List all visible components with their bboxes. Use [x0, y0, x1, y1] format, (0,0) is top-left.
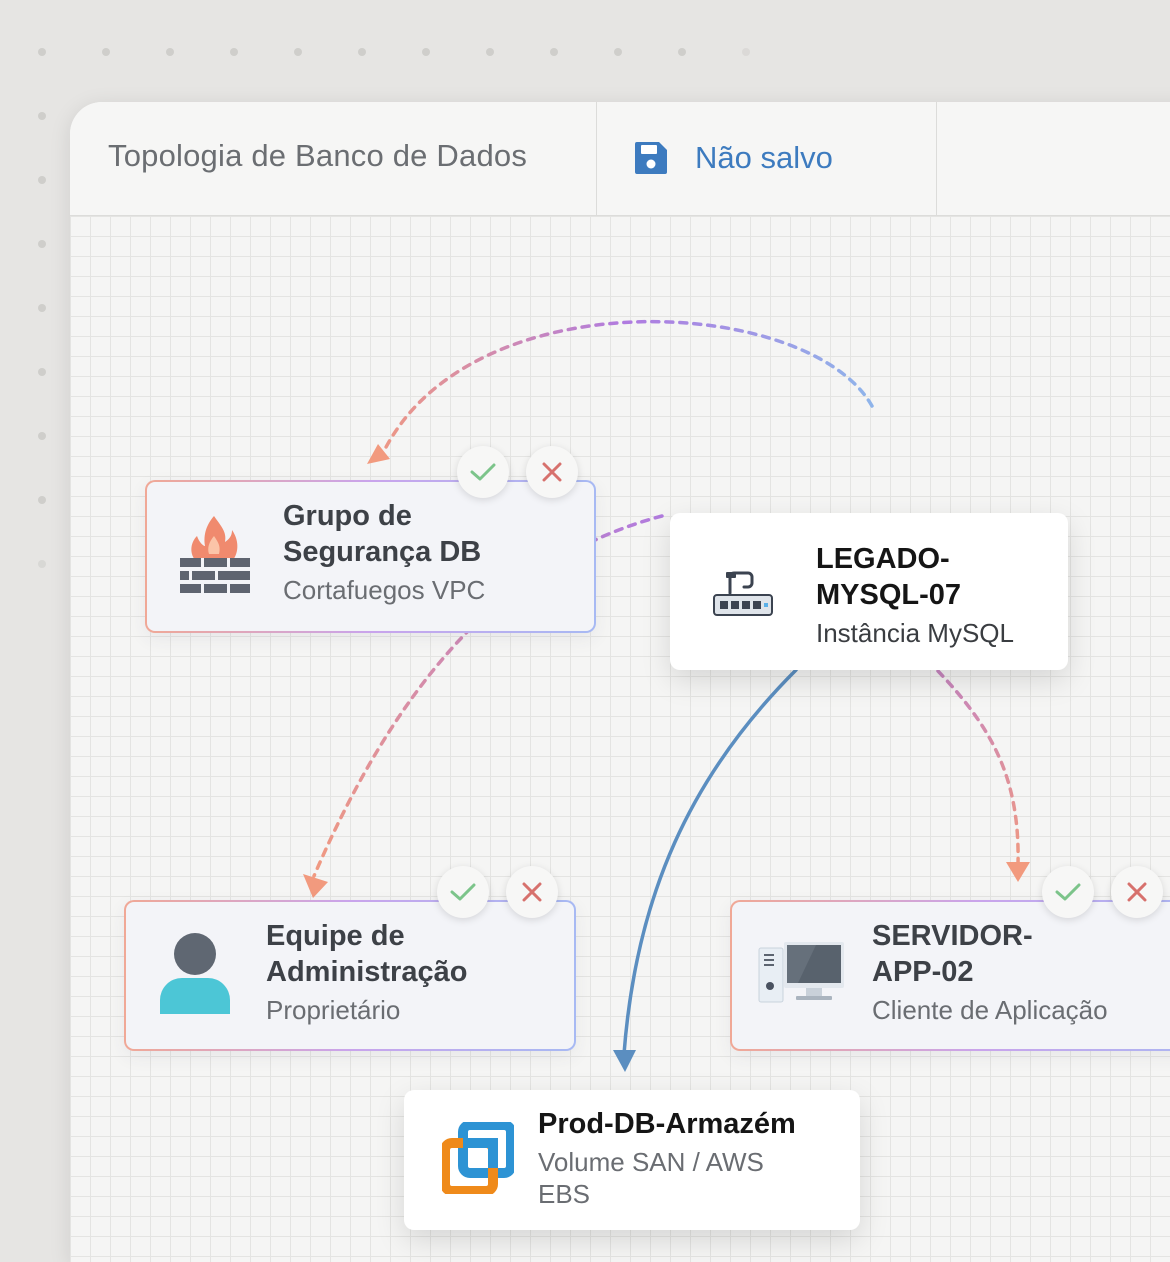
editor-toolbar: Topologia de Banco de Dados Não salvo — [70, 102, 1170, 216]
node-subtitle: Instância MySQL — [816, 618, 1014, 648]
desktop-computer-icon — [758, 940, 846, 1009]
editor-window: Topologia de Banco de Dados Não salvo Gr… — [70, 102, 1170, 1262]
check-icon — [470, 463, 496, 481]
storage-volume-icon — [440, 1120, 516, 1199]
node-app-server[interactable]: SERVIDOR- APP-02 Cliente de Aplicação — [730, 900, 1170, 1051]
node-subtitle: Proprietário — [266, 995, 401, 1025]
accept-button[interactable] — [457, 446, 509, 498]
save-status-label: Não salvo — [695, 140, 833, 175]
accept-button[interactable] — [1042, 866, 1094, 918]
reject-button[interactable] — [506, 866, 558, 918]
close-icon — [1127, 882, 1147, 902]
check-icon — [450, 883, 476, 901]
edge-arrowhead — [303, 874, 328, 898]
node-title: Equipe de Administração — [266, 920, 468, 988]
node-subtitle: Volume SAN / AWS EBS — [538, 1147, 764, 1209]
reject-button[interactable] — [1111, 866, 1163, 918]
edge-mysql-to-security-group — [381, 319, 874, 455]
node-subtitle: Cliente de Aplicação — [872, 995, 1108, 1025]
node-admin-team[interactable]: Equipe de Administração Proprietário — [124, 900, 576, 1051]
node-prod-storage[interactable]: Prod-DB-Armazém Volume SAN / AWS EBS — [404, 1090, 860, 1230]
save-status-button[interactable]: Não salvo — [597, 102, 937, 215]
diagram-canvas[interactable]: Grupo de Segurança DB Cortafuegos VPC LE… — [70, 216, 1170, 1262]
close-icon — [522, 882, 542, 902]
edge-arrowhead — [613, 1050, 636, 1072]
tab-document-title[interactable]: Topologia de Banco de Dados — [70, 102, 597, 215]
node-legacy-mysql[interactable]: LEGADO- MYSQL-07 Instância MySQL — [670, 513, 1068, 670]
firewall-icon — [177, 514, 251, 601]
reject-button[interactable] — [526, 446, 578, 498]
document-title: Topologia de Banco de Dados — [108, 138, 528, 173]
check-icon — [1055, 883, 1081, 901]
node-title: LEGADO- MYSQL-07 — [816, 543, 962, 611]
node-title: SERVIDOR- APP-02 — [872, 920, 1033, 988]
edge-arrowhead — [1006, 862, 1030, 882]
close-icon — [542, 462, 562, 482]
floppy-disk-icon — [633, 140, 669, 184]
edge-mysql-to-app-server — [936, 669, 1020, 866]
user-icon — [158, 932, 232, 1021]
node-security-group[interactable]: Grupo de Segurança DB Cortafuegos VPC — [145, 480, 596, 633]
node-title: Grupo de Segurança DB — [283, 500, 482, 568]
node-subtitle: Cortafuegos VPC — [283, 575, 486, 605]
accept-button[interactable] — [437, 866, 489, 918]
node-title: Prod-DB-Armazém — [538, 1108, 796, 1140]
router-icon — [712, 571, 774, 624]
